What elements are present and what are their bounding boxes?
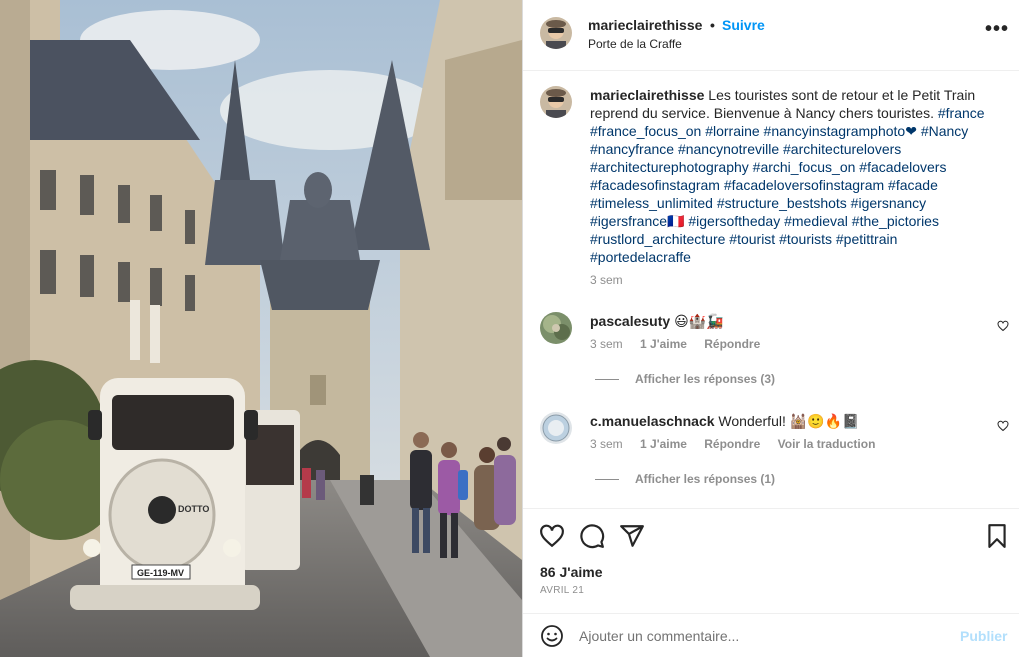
comment-like-heart-icon[interactable]	[997, 320, 1009, 332]
replies-divider	[595, 379, 619, 381]
caption-author-avatar[interactable]	[540, 86, 572, 118]
caption-timestamp[interactable]: 3 sem	[590, 273, 623, 287]
comment-input[interactable]	[579, 625, 939, 647]
like-heart-icon[interactable]	[539, 523, 565, 549]
post-photo-image: DOTTO GE-119-MV	[0, 0, 522, 657]
share-icon[interactable]	[619, 523, 645, 549]
comment-line: pascalesuty 😃🏰🚂	[590, 312, 724, 330]
add-comment-bar: Publier	[523, 613, 1019, 657]
header-separator: •	[710, 17, 715, 33]
comment-line: c.manuelaschnack Wonderful! 🕍🙂🔥📓	[590, 412, 859, 430]
caption-hashtags[interactable]: #france #france_focus_on #lorraine #nanc…	[590, 105, 985, 265]
post-location[interactable]: Porte de la Craffe	[588, 37, 682, 51]
comment-author[interactable]: pascalesuty	[590, 313, 670, 329]
comment-text: Wonderful! 🕍🙂🔥📓	[718, 413, 860, 429]
post-details-panel: marieclairethisse • Suivre Porte de la C…	[522, 0, 1019, 657]
comment-icon[interactable]	[579, 523, 605, 549]
translate-button[interactable]: Voir la traduction	[778, 437, 876, 451]
comment-time[interactable]: 3 sem	[590, 437, 623, 451]
show-replies-button[interactable]: Afficher les réponses (1)	[590, 472, 775, 486]
author-avatar[interactable]	[540, 17, 572, 49]
comment-author[interactable]: c.manuelaschnack	[590, 413, 715, 429]
show-replies-label: Afficher les réponses (3)	[635, 372, 776, 386]
comment-likes[interactable]: 1 J'aime	[640, 337, 687, 351]
comment-like-heart-icon[interactable]	[997, 420, 1009, 432]
license-plate: GE-119-MV	[137, 568, 184, 578]
comment-text: 😃🏰🚂	[674, 313, 724, 329]
comment-likes[interactable]: 1 J'aime	[640, 437, 687, 451]
post-header: marieclairethisse • Suivre Porte de la C…	[523, 0, 1019, 71]
show-replies-label: Afficher les réponses (1)	[635, 472, 776, 486]
comment-reply-button[interactable]: Répondre	[704, 337, 760, 351]
train-brand: DOTTO	[178, 504, 209, 514]
post-date[interactable]: AVRIL 21	[540, 585, 584, 596]
comment-meta: 3 sem 1 J'aime Répondre Voir la traducti…	[590, 437, 889, 451]
post-photo[interactable]: DOTTO GE-119-MV	[0, 0, 522, 657]
publish-button[interactable]: Publier	[960, 628, 1007, 644]
more-options-icon[interactable]: •••	[985, 19, 1008, 40]
likes-count[interactable]: 86 J'aime	[540, 564, 603, 580]
comment-time[interactable]: 3 sem	[590, 337, 623, 351]
caption-text-block: marieclairethisse Les touristes sont de …	[590, 86, 1000, 266]
emoji-icon[interactable]	[540, 624, 564, 648]
author-username[interactable]: marieclairethisse	[588, 17, 702, 33]
caption-author[interactable]: marieclairethisse	[590, 87, 704, 103]
follow-button[interactable]: Suivre	[722, 17, 765, 33]
comment-reply-button[interactable]: Répondre	[704, 437, 760, 451]
post-actions: 86 J'aime AVRIL 21	[523, 508, 1019, 613]
commenter-avatar[interactable]	[540, 412, 572, 444]
bookmark-icon[interactable]	[984, 523, 1010, 549]
replies-divider	[595, 479, 619, 481]
commenter-avatar[interactable]	[540, 312, 572, 344]
show-replies-button[interactable]: Afficher les réponses (3)	[590, 372, 775, 386]
comment-meta: 3 sem 1 J'aime Répondre	[590, 337, 774, 351]
